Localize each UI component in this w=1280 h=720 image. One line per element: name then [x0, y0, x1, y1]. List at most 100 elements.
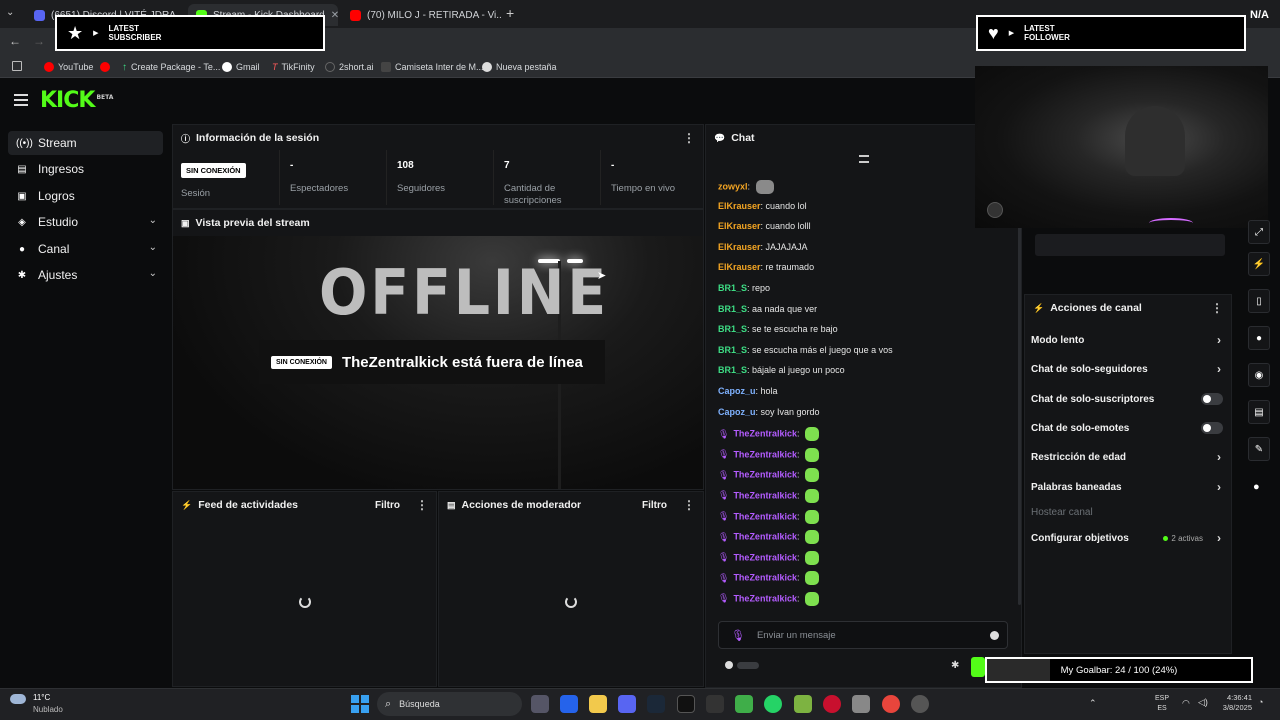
chat-username[interactable]: TheZentralkick	[733, 490, 797, 500]
quick-action-layout-icon[interactable]: ▤	[1248, 400, 1270, 424]
chat-username[interactable]: ElKrauser	[718, 242, 761, 252]
file-explorer-icon[interactable]	[589, 695, 607, 713]
chat-username[interactable]: TheZentralkick	[733, 470, 797, 480]
hamburger-menu-icon[interactable]	[14, 94, 28, 106]
sidebar-item-ajustes[interactable]: ✱ Ajustes ⌄	[8, 263, 163, 287]
quick-action-users-icon[interactable]: ●	[1253, 481, 1260, 493]
chat-username[interactable]: Capoz_u	[718, 386, 756, 396]
quick-action-expand-icon[interactable]: ⤢	[1248, 220, 1270, 244]
bookmark-gmail[interactable]: Gmail	[222, 56, 260, 78]
bookmark-camiseta[interactable]: Camiseta Inter de M...	[381, 56, 484, 78]
windows-start-icon[interactable]	[351, 695, 369, 713]
sidebar-item-ingresos[interactable]: ▤ Ingresos	[8, 157, 163, 181]
chat-username[interactable]: TheZentralkick	[733, 573, 797, 583]
whatsapp-icon[interactable]	[764, 695, 782, 713]
pinned-filter-icon[interactable]	[859, 155, 869, 163]
bookmark-nueva-pestana[interactable]: Nueva pestaña	[482, 56, 557, 78]
chat-settings-gear-icon[interactable]: ✱	[951, 660, 959, 671]
chat-username[interactable]: Capoz_u	[718, 407, 756, 417]
quick-action-broadcast-icon[interactable]: ◉	[1248, 363, 1270, 387]
chevron-down-icon[interactable]: ⌄	[149, 242, 157, 253]
bookmark-create-package[interactable]: ↑ Create Package - Te...	[122, 56, 220, 78]
chat-username[interactable]: BR1_S	[718, 283, 747, 293]
sidebar-item-canal[interactable]: ● Canal ⌄	[8, 237, 163, 261]
chevron-right-icon[interactable]: ›	[1217, 480, 1221, 494]
apps-grid-icon[interactable]	[12, 61, 22, 71]
quick-action-chat-icon[interactable]: ●	[1248, 326, 1270, 350]
sidebar-item-estudio[interactable]: ◈ Estudio ⌄	[8, 210, 163, 234]
close-icon[interactable]: ✕	[331, 10, 338, 21]
kebab-menu-icon[interactable]: ⋮	[416, 498, 428, 512]
chat-username[interactable]: ElKrauser	[718, 262, 761, 272]
quick-action-wrench-icon[interactable]: ✎	[1248, 437, 1270, 461]
tray-chevron-icon[interactable]: ⌃	[1089, 698, 1097, 709]
language-indicator[interactable]: ESP ES	[1155, 694, 1169, 714]
chat-username[interactable]: TheZentralkick	[733, 593, 797, 603]
taskbar-search[interactable]: ⌕ Búsqueda	[377, 692, 522, 716]
chat-username[interactable]: BR1_S	[718, 324, 747, 334]
bookmark-2short[interactable]: 2short.ai	[325, 56, 374, 78]
minecraft-icon[interactable]	[794, 695, 812, 713]
chat-username[interactable]: TheZentralkick	[733, 449, 797, 459]
bookmark-youtube[interactable]: YouTube	[44, 56, 93, 78]
chevron-right-icon[interactable]: ›	[1217, 531, 1221, 545]
quick-action-document-icon[interactable]: ▯	[1248, 289, 1270, 313]
chat-username[interactable]: TheZentralkick	[733, 511, 797, 521]
chat-username[interactable]: TheZentralkick	[733, 532, 797, 542]
wifi-icon[interactable]: ◠	[1182, 698, 1190, 709]
obs-icon[interactable]	[706, 695, 724, 713]
task-view-icon[interactable]	[531, 695, 549, 713]
tab-youtube[interactable]: (70) MILO J - RETIRADA - Vi... ✕	[342, 4, 502, 26]
tab-list-chevron-icon[interactable]: ⌄	[6, 7, 14, 18]
channel-action-chat-de-solo-emotes[interactable]: Chat de solo-emotes	[1024, 417, 1229, 439]
chat-username[interactable]: ElKrauser	[718, 221, 761, 231]
notification-bell-icon[interactable]: ◔	[1258, 697, 1263, 707]
filter-button[interactable]: Filtro	[375, 500, 400, 511]
chevron-right-icon[interactable]: ›	[1217, 450, 1221, 464]
chevron-down-icon[interactable]: ⌄	[149, 215, 157, 226]
chat-username[interactable]: BR1_S	[718, 365, 747, 375]
channel-action-configurar-objetivos[interactable]: Configurar objetivos 2 activas ›	[1024, 527, 1229, 549]
kebab-menu-icon[interactable]: ⋮	[683, 498, 695, 512]
back-arrow-icon[interactable]: ←	[9, 34, 21, 48]
forward-arrow-icon[interactable]: →	[33, 34, 45, 48]
chevron-right-icon[interactable]: ›	[1217, 333, 1221, 347]
toggle-switch[interactable]	[1201, 422, 1223, 434]
volume-icon[interactable]: ◁)	[1198, 697, 1208, 708]
emoji-icon[interactable]	[990, 630, 999, 640]
kebab-menu-icon[interactable]: ⋮	[1211, 301, 1223, 315]
sidebar-item-logros[interactable]: ▣ Logros	[8, 184, 163, 208]
new-tab-plus-icon[interactable]: +	[506, 5, 514, 21]
chat-username[interactable]: BR1_S	[718, 304, 747, 314]
chat-input[interactable]: 🎙 Enviar un mensaje	[718, 621, 1008, 649]
bookmark-tikfinity[interactable]: T TikFinity	[272, 56, 315, 78]
chevron-right-icon[interactable]: ›	[1217, 362, 1221, 376]
xbox-icon[interactable]	[735, 695, 753, 713]
toggle-switch[interactable]	[1201, 393, 1223, 405]
send-button[interactable]	[971, 657, 985, 677]
clock[interactable]: 4:36:41 3/8/2025	[1216, 693, 1252, 713]
settings-gear-taskbar-icon[interactable]	[852, 695, 870, 713]
channel-action-chat-de-solo-seguidores[interactable]: Chat de solo-seguidores ›	[1024, 358, 1229, 380]
kebab-menu-icon[interactable]: ⋮	[683, 131, 695, 145]
discord-taskbar-icon[interactable]	[618, 695, 636, 713]
chat-username[interactable]: BR1_S	[718, 345, 747, 355]
channel-action-palabras-baneadas[interactable]: Palabras baneadas ›	[1024, 476, 1229, 498]
kick-logo[interactable]: KICK BETA	[40, 88, 113, 113]
chevron-down-icon[interactable]: ⌄	[149, 268, 157, 279]
app-icon[interactable]	[911, 695, 929, 713]
chat-scrollbar[interactable]	[1018, 165, 1021, 605]
chat-username[interactable]: zowyxl	[718, 181, 748, 191]
channel-action-restricci-n-de-edad[interactable]: Restricción de edad ›	[1024, 446, 1229, 468]
filter-button[interactable]: Filtro	[642, 500, 667, 511]
chrome-icon[interactable]	[882, 695, 900, 713]
channel-action-chat-de-solo-suscriptores[interactable]: Chat de solo-suscriptores	[1024, 388, 1229, 410]
chat-username[interactable]: ElKrauser	[718, 201, 761, 211]
quick-action-bolt-icon[interactable]: ⚡	[1248, 252, 1270, 276]
steam-icon[interactable]	[647, 695, 665, 713]
channel-action-modo-lento[interactable]: Modo lento ›	[1024, 329, 1229, 351]
opera-icon[interactable]	[823, 695, 841, 713]
store-icon[interactable]	[560, 695, 578, 713]
chat-username[interactable]: TheZentralkick	[733, 429, 797, 439]
bookmark-youtube-2[interactable]	[100, 56, 110, 78]
